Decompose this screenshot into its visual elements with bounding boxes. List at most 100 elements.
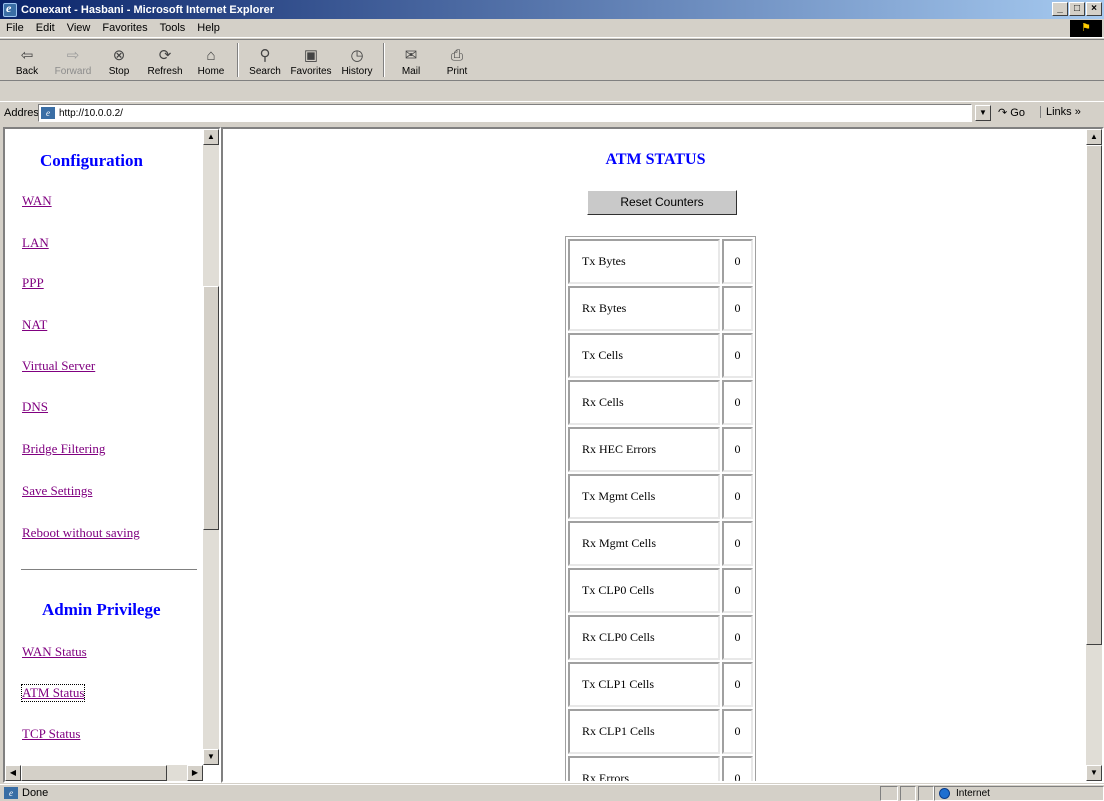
table-row: Rx HEC Errors 0 xyxy=(568,427,753,472)
page-icon: e xyxy=(4,787,18,799)
table-row: Rx Cells 0 xyxy=(568,380,753,425)
menu-bar: File Edit View Favorites Tools Help xyxy=(0,19,1104,38)
counter-value: 0 xyxy=(722,709,753,754)
stop-label: Stop xyxy=(108,66,130,77)
counter-value: 0 xyxy=(722,239,753,284)
status-done-label: Done xyxy=(22,787,49,799)
reset-counters-button[interactable]: Reset Counters xyxy=(587,190,737,215)
search-button[interactable]: ⚲ Search xyxy=(242,40,288,80)
toolbar-separator xyxy=(237,43,239,77)
favorites-button[interactable]: ▣ Favorites xyxy=(288,40,334,80)
minimize-button[interactable]: _ xyxy=(1052,2,1068,16)
window-titlebar: Conexant - Hasbani - Microsoft Internet … xyxy=(0,0,1104,19)
back-label: Back xyxy=(15,66,39,77)
scroll-up-icon[interactable]: ▲ xyxy=(203,129,219,145)
counter-label: Rx CLP1 Cells xyxy=(568,709,720,754)
nav-link-wan-status[interactable]: WAN Status xyxy=(22,644,87,660)
back-button[interactable]: ⇦ Back xyxy=(4,40,50,80)
links-button[interactable]: Links » xyxy=(1040,106,1081,118)
content-scroll-thumb[interactable] xyxy=(1086,145,1102,645)
nav-hscroll-thumb[interactable] xyxy=(21,765,167,781)
print-button[interactable]: ⎙ Print xyxy=(434,40,480,80)
table-row: Rx CLP1 Cells 0 xyxy=(568,709,753,754)
nav-link-save-settings[interactable]: Save Settings xyxy=(22,483,92,499)
menu-view[interactable]: View xyxy=(61,22,97,34)
print-icon: ⎙ xyxy=(450,46,463,64)
nav-link-nat[interactable]: NAT xyxy=(22,317,47,333)
nav-scroll-thumb[interactable] xyxy=(203,286,219,530)
scroll-up-icon[interactable]: ▲ xyxy=(1086,129,1102,145)
windows-logo-icon: ⚑ xyxy=(1070,20,1102,37)
home-button[interactable]: ⌂ Home xyxy=(188,40,234,80)
scroll-down-icon[interactable]: ▼ xyxy=(1086,765,1102,781)
table-row: Rx CLP0 Cells 0 xyxy=(568,615,753,660)
history-button[interactable]: ◷ History xyxy=(334,40,380,80)
table-row: Rx Mgmt Cells 0 xyxy=(568,521,753,566)
counter-label: Tx CLP0 Cells xyxy=(568,568,720,613)
admin-privilege-heading: Admin Privilege xyxy=(42,600,161,619)
table-row: Rx Errors 0 xyxy=(568,756,753,781)
table-row: Tx Mgmt Cells 0 xyxy=(568,474,753,519)
forward-button[interactable]: ⇨ Forward xyxy=(50,40,96,80)
nav-divider xyxy=(21,569,197,571)
menu-edit[interactable]: Edit xyxy=(30,22,61,34)
refresh-icon: ⟳ xyxy=(158,47,172,64)
counter-value: 0 xyxy=(722,521,753,566)
zone-label: Internet xyxy=(956,788,990,799)
stop-button[interactable]: ⊗ Stop xyxy=(96,40,142,80)
counter-value: 0 xyxy=(722,427,753,472)
nav-horizontal-scrollbar[interactable]: ◀ ▶ xyxy=(5,765,203,781)
nav-link-lan[interactable]: LAN xyxy=(22,235,49,251)
scroll-right-icon[interactable]: ▶ xyxy=(187,765,203,781)
scroll-left-icon[interactable]: ◀ xyxy=(5,765,21,781)
refresh-button[interactable]: ⟳ Refresh xyxy=(142,40,188,80)
status-panel xyxy=(900,786,916,801)
mail-icon: ✉ xyxy=(404,47,418,64)
counter-label: Rx CLP0 Cells xyxy=(568,615,720,660)
menu-favorites[interactable]: Favorites xyxy=(96,22,153,34)
standard-toolbar: ⇦ Back ⇨ Forward ⊗ Stop ⟳ Refresh ⌂ Home… xyxy=(0,39,1104,81)
table-row: Tx CLP1 Cells 0 xyxy=(568,662,753,707)
mail-button[interactable]: ✉ Mail xyxy=(388,40,434,80)
counter-label: Rx Bytes xyxy=(568,286,720,331)
address-url: http://10.0.0.2/ xyxy=(59,107,123,119)
nav-link-atm-status[interactable]: ATM Status xyxy=(20,684,86,702)
nav-vertical-scrollbar[interactable]: ▲ ▼ xyxy=(203,129,219,765)
close-button[interactable]: × xyxy=(1086,2,1102,16)
nav-link-dns[interactable]: DNS xyxy=(22,399,48,415)
menu-file[interactable]: File xyxy=(0,22,30,34)
nav-link-ppp[interactable]: PPP xyxy=(22,275,44,291)
page-title: ATM STATUS xyxy=(605,151,706,168)
address-input[interactable]: e http://10.0.0.2/ xyxy=(38,104,972,122)
counter-label: Tx Mgmt Cells xyxy=(568,474,720,519)
refresh-label: Refresh xyxy=(147,66,183,77)
configuration-heading: Configuration xyxy=(40,151,143,170)
forward-arrow-icon: ⇨ xyxy=(66,47,80,64)
maximize-button[interactable]: □ xyxy=(1069,2,1085,16)
counter-label: Rx Errors xyxy=(568,756,720,781)
counter-label: Rx Cells xyxy=(568,380,720,425)
counter-label: Tx Bytes xyxy=(568,239,720,284)
home-label: Home xyxy=(197,66,225,77)
nav-link-bridge-filtering[interactable]: Bridge Filtering xyxy=(22,441,105,457)
nav-link-virtual-server[interactable]: Virtual Server xyxy=(22,358,95,374)
counter-value: 0 xyxy=(722,568,753,613)
go-button[interactable]: ↷ Go xyxy=(998,106,1025,119)
history-label: History xyxy=(341,66,373,77)
atm-status-table: Tx Bytes 0 Rx Bytes 0 Tx Cells 0 Rx Cells 0 Rx H… xyxy=(565,236,756,781)
table-row: Tx Cells 0 xyxy=(568,333,753,378)
content-vertical-scrollbar[interactable]: ▲ ▼ xyxy=(1086,129,1102,781)
nav-link-wan[interactable]: WAN xyxy=(22,193,52,209)
window-title: Conexant - Hasbani - Microsoft Internet … xyxy=(21,3,275,16)
address-dropdown-icon[interactable]: ▼ xyxy=(975,105,991,121)
window-controls: _ □ × xyxy=(1052,2,1102,16)
mail-label: Mail xyxy=(401,66,421,77)
menu-help[interactable]: Help xyxy=(191,22,226,34)
menu-tools[interactable]: Tools xyxy=(154,22,192,34)
nav-link-tcp-status[interactable]: TCP Status xyxy=(22,726,80,742)
counter-label: Tx Cells xyxy=(568,333,720,378)
nav-frame: Configuration WAN LAN PPP NAT Virtual Se… xyxy=(3,127,221,783)
nav-link-reboot[interactable]: Reboot without saving xyxy=(22,525,140,541)
counter-value: 0 xyxy=(722,286,753,331)
scroll-down-icon[interactable]: ▼ xyxy=(203,749,219,765)
